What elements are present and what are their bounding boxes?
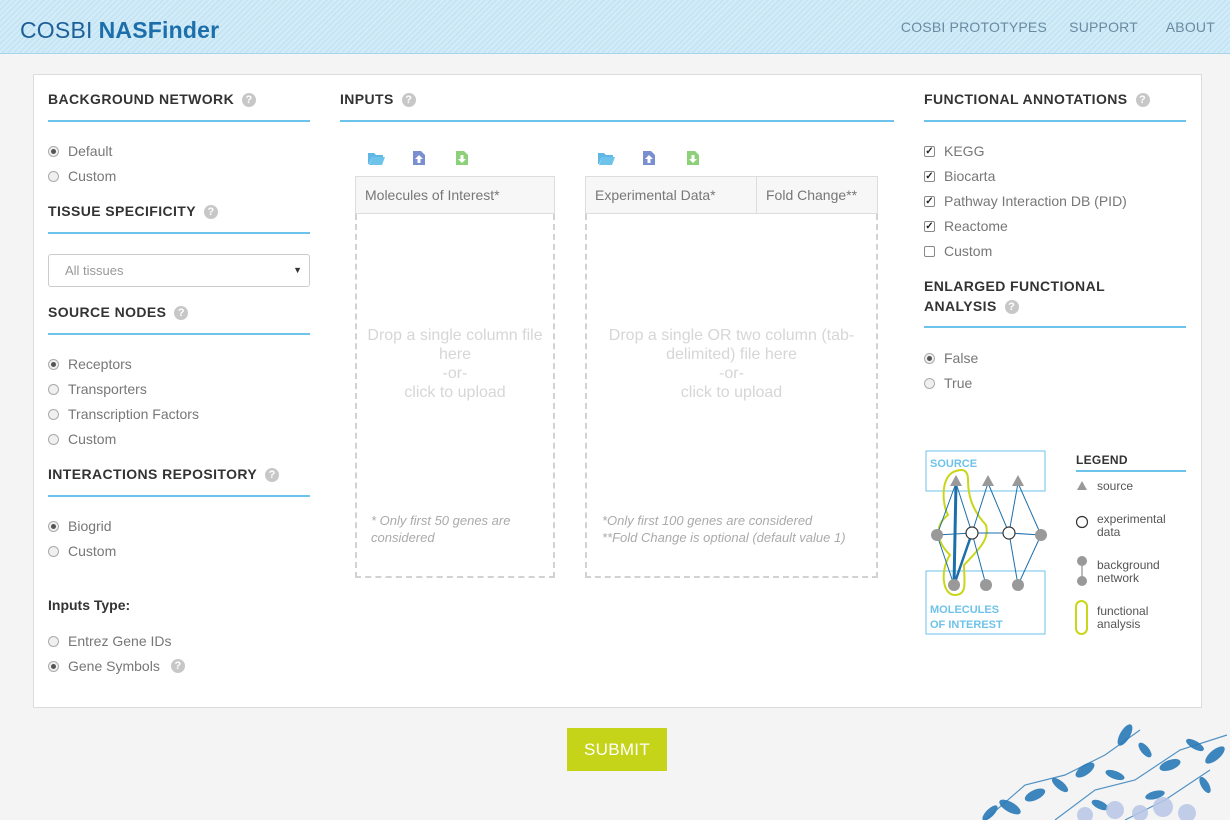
checkbox-pid[interactable]: ✓ Pathway Interaction DB (PID) [924, 192, 1127, 210]
app-logo[interactable]: COSBI NASFinder [20, 17, 219, 44]
decorative-illustration [982, 724, 1228, 820]
folder-open-icon[interactable] [367, 150, 385, 166]
radio-background-custom[interactable]: Custom [48, 167, 116, 185]
help-icon[interactable]: ? [174, 306, 189, 320]
radio-enlarged-true[interactable]: True [924, 374, 972, 392]
check-icon: ✓ [924, 170, 935, 182]
radio-repository-custom[interactable]: Custom [48, 542, 116, 560]
dropzone-message: Drop a single OR two column (tab- delimi… [608, 327, 855, 401]
diagram-moi-label-2: OF INTEREST [930, 619, 1003, 631]
legend-title: LEGEND [1076, 453, 1128, 467]
submit-button[interactable]: SUBMIT [567, 728, 667, 771]
dropzone-note: * Only first 50 genes are considered [371, 513, 511, 545]
top-bar: COSBI NASFinder COSBI PROTOTYPES SUPPORT … [0, 0, 1230, 54]
molecules-header: Molecules of Interest* [355, 176, 555, 214]
circle-outline-icon [1075, 515, 1089, 529]
radio-source-receptors[interactable]: Receptors [48, 355, 132, 373]
radio-icon [48, 545, 59, 557]
network-diagram: SOURCE MOLECULES OF INTEREST [925, 450, 1047, 635]
enlarged-analysis-title: ENLARGED FUNCTIONAL ANALYSIS? [924, 278, 1106, 314]
node-link-icon [1077, 556, 1087, 586]
folder-open-icon[interactable] [597, 150, 615, 166]
divider [48, 333, 310, 335]
checkbox-custom[interactable]: Custom [924, 242, 992, 260]
legend-experimental: experimental data [1097, 512, 1166, 539]
help-icon[interactable]: ? [204, 205, 218, 219]
fold-change-header: Fold Change** [756, 176, 878, 214]
help-icon[interactable]: ? [401, 93, 416, 107]
help-icon[interactable]: ? [1004, 300, 1019, 314]
radio-repository-biogrid[interactable]: Biogrid [48, 517, 112, 535]
radio-source-transcription-factors[interactable]: Transcription Factors [48, 405, 199, 423]
diagram-source-label: SOURCE [930, 458, 977, 470]
divider [1076, 470, 1186, 472]
nav-cosbi-prototypes[interactable]: COSBI PROTOTYPES [901, 19, 1047, 35]
inputs-type-label: Inputs Type: [48, 597, 131, 613]
checkbox-reactome[interactable]: ✓ Reactome [924, 217, 1008, 235]
dropzone-message: Drop a single column file here -or- clic… [367, 327, 543, 401]
background-network-title: BACKGROUND NETWORK? [48, 89, 257, 109]
radio-source-custom[interactable]: Custom [48, 430, 116, 448]
help-icon[interactable]: ? [170, 659, 185, 673]
divider [924, 326, 1186, 328]
check-icon: ✓ [924, 195, 935, 207]
radio-inputs-gene-symbols[interactable]: Gene Symbols? [48, 657, 185, 675]
tissue-select[interactable]: All tissues ▼ [48, 254, 310, 287]
brand-cosbi: COSBI [20, 17, 93, 43]
radio-enlarged-false[interactable]: False [924, 349, 978, 367]
check-icon: ✓ [924, 220, 935, 232]
help-icon[interactable]: ? [242, 93, 257, 107]
divider [924, 120, 1186, 122]
radio-icon [48, 660, 59, 672]
source-nodes-title: SOURCE NODES? [48, 302, 189, 322]
tissue-specificity-title: TISSUE SPECIFICITY? [48, 201, 218, 221]
download-file-icon[interactable] [453, 150, 471, 166]
dropzone-note: *Only first 100 genes are considered **F… [602, 513, 846, 545]
legend-source: source [1097, 479, 1134, 493]
experimental-dropzone[interactable]: Drop a single OR two column (tab- delimi… [585, 214, 878, 578]
capsule-outline-icon [1075, 600, 1088, 635]
triangle-icon [1077, 481, 1087, 490]
download-file-icon[interactable] [684, 150, 702, 166]
checkbox-empty-icon [924, 245, 935, 257]
upload-file-icon[interactable] [640, 150, 658, 166]
help-icon[interactable]: ? [265, 468, 280, 482]
radio-icon [48, 433, 59, 445]
check-icon: ✓ [924, 145, 935, 157]
legend-background: background network [1097, 558, 1160, 585]
radio-icon [48, 520, 59, 532]
chevron-down-icon: ▼ [293, 265, 302, 275]
checkbox-kegg[interactable]: ✓ KEGG [924, 142, 984, 160]
functional-annotations-title: FUNCTIONAL ANNOTATIONS? [924, 89, 1150, 109]
divider [48, 232, 310, 234]
radio-icon [48, 358, 59, 370]
nav-support[interactable]: SUPPORT [1069, 19, 1138, 35]
radio-icon [924, 377, 935, 389]
radio-icon [924, 352, 935, 364]
divider [48, 120, 310, 122]
radio-background-default[interactable]: Default [48, 142, 112, 160]
interactions-repository-title: INTERACTIONS REPOSITORY? [48, 464, 280, 484]
upload-file-icon[interactable] [410, 150, 428, 166]
radio-icon [48, 145, 59, 157]
checkbox-biocarta[interactable]: ✓ Biocarta [924, 167, 995, 185]
divider [48, 495, 310, 497]
help-icon[interactable]: ? [1135, 93, 1150, 107]
nav-about[interactable]: ABOUT [1166, 19, 1215, 35]
radio-icon [48, 383, 59, 395]
radio-icon [48, 408, 59, 420]
legend-functional: functional analysis [1097, 604, 1149, 631]
radio-icon [48, 170, 59, 182]
divider [340, 120, 894, 122]
inputs-title: INPUTS? [340, 89, 416, 109]
radio-source-transporters[interactable]: Transporters [48, 380, 147, 398]
radio-inputs-entrez[interactable]: Entrez Gene IDs [48, 632, 172, 650]
diagram-moi-label-1: MOLECULES [930, 604, 999, 616]
brand-nasfinder: NASFinder [98, 17, 220, 43]
radio-icon [48, 635, 59, 647]
molecules-dropzone[interactable]: Drop a single column file here -or- clic… [355, 214, 555, 578]
experimental-data-header: Experimental Data* [585, 176, 757, 214]
